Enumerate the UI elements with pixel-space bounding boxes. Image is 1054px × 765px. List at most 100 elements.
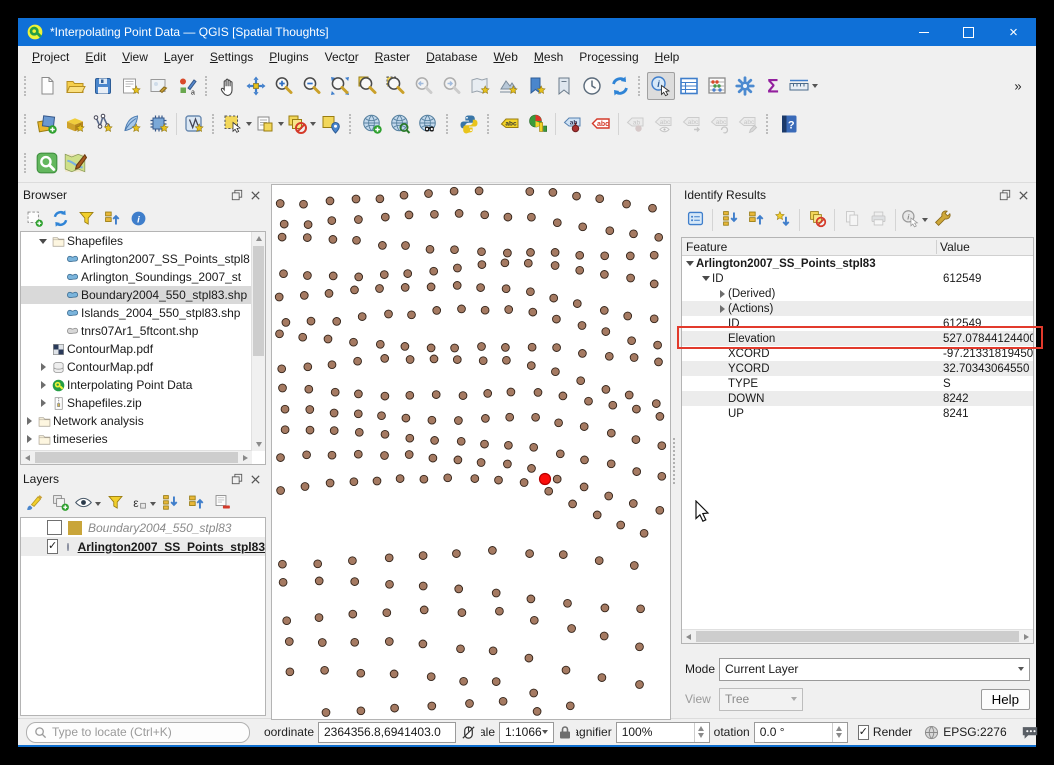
identify-close-button[interactable] <box>1015 188 1031 203</box>
extents-toggle-icon[interactable] <box>460 724 477 741</box>
new-shapefile-layer-button[interactable] <box>89 110 117 138</box>
remove-layer-button[interactable] <box>210 492 234 516</box>
lock-scale-icon[interactable] <box>558 725 572 740</box>
zoom-last-button[interactable] <box>410 72 438 100</box>
new-spatial-bookmark-button[interactable] <box>522 72 550 100</box>
browser-vertical-scrollbar[interactable] <box>251 232 265 451</box>
scale-combobox[interactable]: 1:1066 <box>499 722 554 743</box>
temporal-controller-button[interactable] <box>578 72 606 100</box>
metasearch-search-button[interactable] <box>386 110 414 138</box>
new-temporary-scratch-layer-button[interactable] <box>117 110 145 138</box>
add-group-button[interactable] <box>48 492 72 516</box>
toolbar-overflow-button[interactable]: » <box>1004 72 1032 100</box>
help-button[interactable]: Help <box>981 689 1030 710</box>
expand-arrow-icon[interactable] <box>37 363 49 371</box>
minimize-button[interactable] <box>901 18 946 46</box>
identify-view-combobox[interactable]: Tree <box>719 688 803 711</box>
collapse-tree-button[interactable] <box>744 208 768 232</box>
processing-toolbox-button[interactable] <box>731 72 759 100</box>
browser-tree-item[interactable]: Boundary2004_550_stpl83.shp <box>21 286 252 304</box>
layer-diagram-options-button[interactable] <box>524 110 552 138</box>
clear-results-button[interactable] <box>805 208 829 232</box>
open-data-source-manager-button[interactable] <box>33 110 61 138</box>
expand-arrow-icon[interactable] <box>23 417 35 425</box>
filter-by-expression-button[interactable]: ε <box>129 492 156 516</box>
print-response-button[interactable] <box>866 208 890 232</box>
menu-layer[interactable]: Layer <box>156 47 202 67</box>
scroll-left-arrow[interactable] <box>682 630 695 643</box>
filter-browser-button[interactable] <box>74 208 98 232</box>
scroll-left-arrow[interactable] <box>21 451 34 464</box>
browser-tree-item[interactable]: Islands_2004_550_stpl83.shp <box>21 304 252 322</box>
menu-view[interactable]: View <box>114 47 156 67</box>
identify-settings-button[interactable] <box>930 208 954 232</box>
select-features-by-value-button[interactable] <box>253 110 285 138</box>
layer-item[interactable]: Boundary2004_550_stpl83 <box>21 518 265 537</box>
expand-new-results-button[interactable] <box>770 208 794 232</box>
new-mesh-layer-button[interactable] <box>145 110 173 138</box>
osm-place-search-button[interactable] <box>61 149 89 177</box>
crs-status[interactable]: EPSG:2276 <box>943 725 1006 739</box>
browser-tree-item[interactable]: timeseries <box>21 430 252 448</box>
collapse-all-button[interactable] <box>184 492 208 516</box>
browser-tree-item[interactable]: Arlington2007_SS_Points_stpl8 <box>21 250 252 268</box>
browser-float-button[interactable] <box>229 188 245 203</box>
identify-horizontal-scrollbar[interactable] <box>682 629 1033 643</box>
browser-tree-item[interactable]: Shapefiles.zip <box>21 394 252 412</box>
expand-arrow-icon[interactable] <box>23 435 35 443</box>
scroll-right-arrow[interactable] <box>1020 630 1033 643</box>
menu-mesh[interactable]: Mesh <box>526 47 571 67</box>
identify-result-row[interactable]: YCORD32.70343064550 <box>682 361 1033 376</box>
filter-legend-button[interactable] <box>103 492 127 516</box>
identify-result-row[interactable]: (Actions) <box>682 301 1033 316</box>
expand-arrow-icon[interactable] <box>716 305 728 313</box>
menu-database[interactable]: Database <box>418 47 485 67</box>
new-map-view-button[interactable] <box>466 72 494 100</box>
identify-result-row[interactable]: (Derived) <box>682 286 1033 301</box>
show-hide-labels-button[interactable]: abc <box>650 110 678 138</box>
layer-visibility-checkbox[interactable]: ✓ <box>47 539 58 554</box>
manage-map-themes-button[interactable] <box>74 492 101 516</box>
layers-close-button[interactable] <box>247 472 263 487</box>
menu-plugins[interactable]: Plugins <box>261 47 316 67</box>
zoom-to-selection-button[interactable] <box>382 72 410 100</box>
new-print-layout-button[interactable] <box>117 72 145 100</box>
menu-project[interactable]: Project <box>24 47 77 67</box>
collapse-arrow-icon[interactable] <box>700 276 712 281</box>
expand-arrow-icon[interactable] <box>37 381 49 389</box>
copy-feature-button[interactable] <box>840 208 864 232</box>
layer-visibility-checkbox[interactable] <box>47 520 62 535</box>
collapse-arrow-icon[interactable] <box>37 239 49 244</box>
menu-help[interactable]: Help <box>647 47 688 67</box>
menu-vector[interactable]: Vector <box>317 47 367 67</box>
expand-tree-button[interactable] <box>718 208 742 232</box>
close-button[interactable]: × <box>991 18 1036 46</box>
new-geopackage-layer-button[interactable] <box>61 110 89 138</box>
new-3d-map-view-button[interactable] <box>494 72 522 100</box>
dropdown-caret-icon[interactable] <box>310 122 316 126</box>
collapse-arrow-icon[interactable] <box>684 261 696 266</box>
menu-settings[interactable]: Settings <box>202 47 261 67</box>
dropdown-caret-icon[interactable] <box>922 218 928 222</box>
rotation-spinner[interactable]: 0.0 ° <box>754 722 848 743</box>
scroll-thumb[interactable] <box>696 631 1019 642</box>
identify-form-view-button[interactable] <box>683 208 707 232</box>
identify-features-button[interactable]: i <box>647 72 675 100</box>
open-project-button[interactable] <box>61 72 89 100</box>
zoom-to-layer-button[interactable] <box>354 72 382 100</box>
layers-float-button[interactable] <box>229 472 245 487</box>
show-layout-manager-button[interactable] <box>145 72 173 100</box>
expand-arrow-icon[interactable] <box>716 290 728 298</box>
statistical-summary-button[interactable] <box>703 72 731 100</box>
layer-labeling-options-button[interactable]: abc <box>496 110 524 138</box>
scroll-up-arrow[interactable] <box>252 232 265 245</box>
measure-line-button[interactable] <box>787 72 819 100</box>
browser-tree-item[interactable]: Interpolating Point Data <box>21 376 252 394</box>
change-label-button[interactable]: abc <box>734 110 762 138</box>
quickmap-services-search-button[interactable] <box>33 149 61 177</box>
identify-result-row[interactable]: TYPES <box>682 376 1033 391</box>
open-attribute-table-button[interactable] <box>675 72 703 100</box>
render-checkbox[interactable]: ✓ <box>858 725 869 740</box>
layer-item[interactable]: ✓Arlington2007_SS_Points_stpl83 <box>21 537 265 556</box>
deselect-features-button[interactable] <box>285 110 317 138</box>
